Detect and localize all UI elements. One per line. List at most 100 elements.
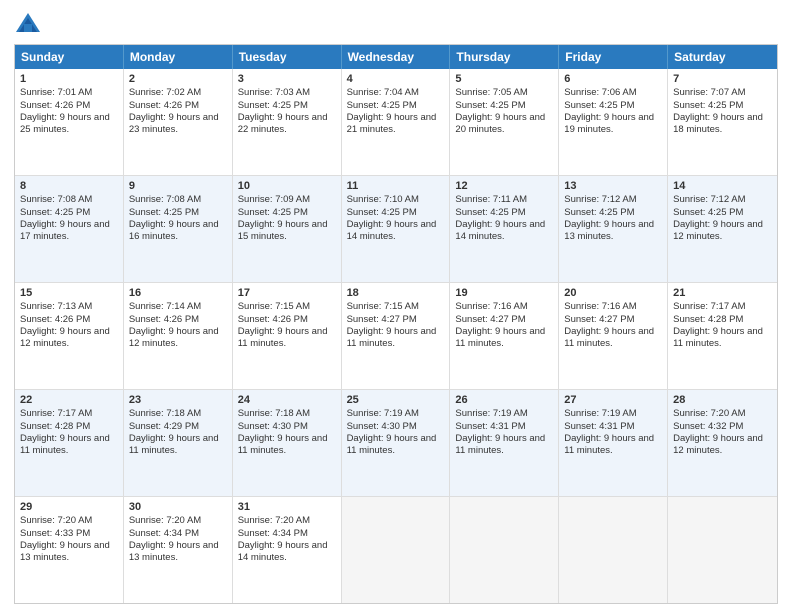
day-number: 3 [238, 72, 336, 86]
calendar-cell: 7Sunrise: 7:07 AMSunset: 4:25 PMDaylight… [668, 69, 777, 175]
daylight: Daylight: 9 hours and 11 minutes. [347, 433, 437, 456]
calendar-cell: 10Sunrise: 7:09 AMSunset: 4:25 PMDayligh… [233, 176, 342, 282]
calendar-header: SundayMondayTuesdayWednesdayThursdayFrid… [15, 45, 777, 69]
sunset: Sunset: 4:25 PM [20, 207, 90, 218]
daylight: Daylight: 9 hours and 11 minutes. [129, 433, 219, 456]
calendar-cell [342, 497, 451, 603]
daylight: Daylight: 9 hours and 22 minutes. [238, 112, 328, 135]
header-cell-tuesday: Tuesday [233, 45, 342, 69]
calendar-cell: 19Sunrise: 7:16 AMSunset: 4:27 PMDayligh… [450, 283, 559, 389]
calendar-cell: 15Sunrise: 7:13 AMSunset: 4:26 PMDayligh… [15, 283, 124, 389]
daylight: Daylight: 9 hours and 11 minutes. [564, 433, 654, 456]
day-number: 17 [238, 286, 336, 300]
sunrise: Sunrise: 7:20 AM [20, 515, 92, 526]
calendar-row: 8Sunrise: 7:08 AMSunset: 4:25 PMDaylight… [15, 176, 777, 283]
sunset: Sunset: 4:25 PM [129, 207, 199, 218]
sunrise: Sunrise: 7:19 AM [564, 408, 636, 419]
sunset: Sunset: 4:27 PM [564, 314, 634, 325]
sunrise: Sunrise: 7:09 AM [238, 194, 310, 205]
calendar-cell: 24Sunrise: 7:18 AMSunset: 4:30 PMDayligh… [233, 390, 342, 496]
day-number: 6 [564, 72, 662, 86]
sunrise: Sunrise: 7:08 AM [129, 194, 201, 205]
sunset: Sunset: 4:31 PM [564, 421, 634, 432]
sunset: Sunset: 4:26 PM [129, 100, 199, 111]
sunset: Sunset: 4:29 PM [129, 421, 199, 432]
calendar-cell: 20Sunrise: 7:16 AMSunset: 4:27 PMDayligh… [559, 283, 668, 389]
day-number: 13 [564, 179, 662, 193]
calendar-cell: 26Sunrise: 7:19 AMSunset: 4:31 PMDayligh… [450, 390, 559, 496]
sunrise: Sunrise: 7:19 AM [347, 408, 419, 419]
sunset: Sunset: 4:25 PM [238, 207, 308, 218]
sunset: Sunset: 4:31 PM [455, 421, 525, 432]
calendar-cell: 3Sunrise: 7:03 AMSunset: 4:25 PMDaylight… [233, 69, 342, 175]
sunrise: Sunrise: 7:17 AM [673, 301, 745, 312]
calendar-row: 15Sunrise: 7:13 AMSunset: 4:26 PMDayligh… [15, 283, 777, 390]
sunrise: Sunrise: 7:20 AM [673, 408, 745, 419]
calendar-cell: 29Sunrise: 7:20 AMSunset: 4:33 PMDayligh… [15, 497, 124, 603]
calendar-cell [450, 497, 559, 603]
sunset: Sunset: 4:27 PM [347, 314, 417, 325]
daylight: Daylight: 9 hours and 11 minutes. [347, 326, 437, 349]
header-cell-friday: Friday [559, 45, 668, 69]
day-number: 2 [129, 72, 227, 86]
header [14, 10, 778, 38]
sunrise: Sunrise: 7:08 AM [20, 194, 92, 205]
day-number: 10 [238, 179, 336, 193]
day-number: 20 [564, 286, 662, 300]
calendar-cell: 1Sunrise: 7:01 AMSunset: 4:26 PMDaylight… [15, 69, 124, 175]
day-number: 28 [673, 393, 772, 407]
calendar-cell: 23Sunrise: 7:18 AMSunset: 4:29 PMDayligh… [124, 390, 233, 496]
daylight: Daylight: 9 hours and 23 minutes. [129, 112, 219, 135]
sunrise: Sunrise: 7:15 AM [347, 301, 419, 312]
sunset: Sunset: 4:25 PM [455, 207, 525, 218]
sunset: Sunset: 4:26 PM [20, 314, 90, 325]
calendar-cell: 21Sunrise: 7:17 AMSunset: 4:28 PMDayligh… [668, 283, 777, 389]
sunrise: Sunrise: 7:06 AM [564, 87, 636, 98]
day-number: 12 [455, 179, 553, 193]
calendar-cell: 4Sunrise: 7:04 AMSunset: 4:25 PMDaylight… [342, 69, 451, 175]
day-number: 25 [347, 393, 445, 407]
sunset: Sunset: 4:27 PM [455, 314, 525, 325]
calendar-row: 29Sunrise: 7:20 AMSunset: 4:33 PMDayligh… [15, 497, 777, 603]
page: SundayMondayTuesdayWednesdayThursdayFrid… [0, 0, 792, 612]
sunset: Sunset: 4:30 PM [347, 421, 417, 432]
day-number: 23 [129, 393, 227, 407]
calendar-cell: 9Sunrise: 7:08 AMSunset: 4:25 PMDaylight… [124, 176, 233, 282]
sunrise: Sunrise: 7:12 AM [564, 194, 636, 205]
day-number: 19 [455, 286, 553, 300]
sunrise: Sunrise: 7:18 AM [238, 408, 310, 419]
day-number: 18 [347, 286, 445, 300]
daylight: Daylight: 9 hours and 13 minutes. [20, 540, 110, 563]
calendar-cell: 8Sunrise: 7:08 AMSunset: 4:25 PMDaylight… [15, 176, 124, 282]
day-number: 9 [129, 179, 227, 193]
sunset: Sunset: 4:25 PM [455, 100, 525, 111]
calendar-cell: 18Sunrise: 7:15 AM Sunset: 4:27 PMDayligh… [342, 283, 451, 389]
daylight: Daylight: 9 hours and 11 minutes. [455, 433, 545, 456]
sunset: Sunset: 4:25 PM [347, 207, 417, 218]
sunrise: Sunrise: 7:20 AM [238, 515, 310, 526]
day-number: 4 [347, 72, 445, 86]
sunset: Sunset: 4:26 PM [20, 100, 90, 111]
calendar-cell: 17Sunrise: 7:15 AMSunset: 4:26 PMDayligh… [233, 283, 342, 389]
sunset: Sunset: 4:28 PM [673, 314, 743, 325]
daylight: Daylight: 9 hours and 18 minutes. [673, 112, 763, 135]
sunrise: Sunrise: 7:20 AM [129, 515, 201, 526]
day-number: 31 [238, 500, 336, 514]
calendar-cell: 22Sunrise: 7:17 AMSunset: 4:28 PMDayligh… [15, 390, 124, 496]
logo [14, 10, 46, 38]
header-cell-wednesday: Wednesday [342, 45, 451, 69]
daylight: Daylight: 9 hours and 13 minutes. [564, 219, 654, 242]
calendar-cell: 2Sunrise: 7:02 AMSunset: 4:26 PMDaylight… [124, 69, 233, 175]
day-number: 8 [20, 179, 118, 193]
daylight: Daylight: 9 hours and 14 minutes. [455, 219, 545, 242]
calendar-body: 1Sunrise: 7:01 AMSunset: 4:26 PMDaylight… [15, 69, 777, 603]
header-cell-saturday: Saturday [668, 45, 777, 69]
daylight: Daylight: 9 hours and 11 minutes. [455, 326, 545, 349]
day-number: 27 [564, 393, 662, 407]
daylight: Daylight: 9 hours and 14 minutes. [347, 219, 437, 242]
daylight: Daylight: 9 hours and 25 minutes. [20, 112, 110, 135]
calendar-row: 1Sunrise: 7:01 AMSunset: 4:26 PMDaylight… [15, 69, 777, 176]
sunrise: Sunrise: 7:12 AM [673, 194, 745, 205]
sunset: Sunset: 4:26 PM [238, 314, 308, 325]
sunset: Sunset: 4:25 PM [238, 100, 308, 111]
